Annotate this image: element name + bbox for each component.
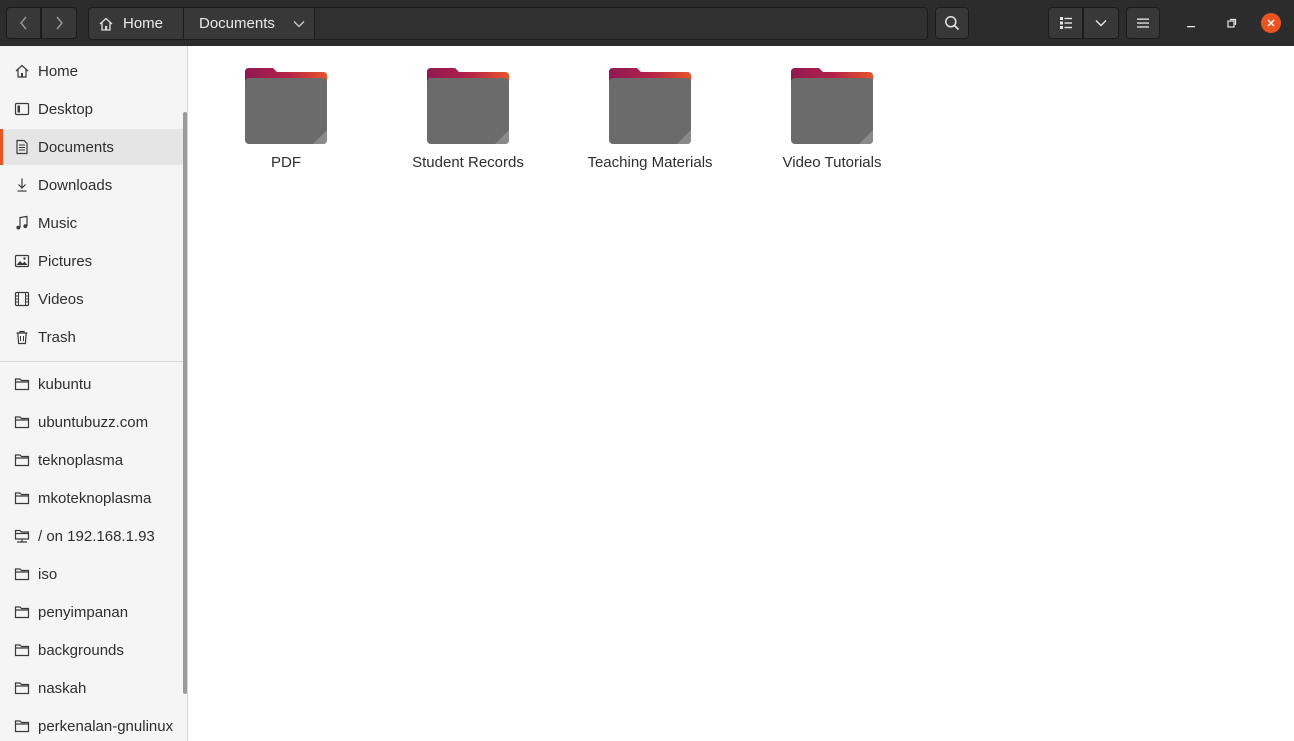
folder-icon (791, 68, 873, 144)
file-view[interactable]: PDF Student Records Teaching Materials V… (189, 46, 1294, 741)
folder-label: Teaching Materials (587, 154, 713, 171)
home-icon (99, 17, 113, 31)
sidebar-item-teknoplasma[interactable]: teknoplasma (0, 442, 186, 478)
sidebar-item-naskah[interactable]: naskah (0, 670, 186, 706)
search-icon (945, 16, 960, 31)
sidebar-item-label: penyimpanan (38, 603, 129, 621)
folder-icon (12, 450, 32, 470)
path-documents-button[interactable]: Documents (184, 8, 315, 39)
path-bar: Home Documents (88, 7, 928, 40)
folder-item[interactable]: Teaching Materials (575, 66, 725, 181)
sidebar-item-penyimpanan[interactable]: penyimpanan (0, 594, 186, 630)
sidebar-item-label: perkenalan-gnulinux (38, 717, 174, 735)
header-bar: Home Documents (0, 0, 1294, 46)
video-icon (12, 289, 32, 309)
sidebar-item-label: Home (38, 62, 79, 80)
path-home-label: Home (123, 15, 164, 32)
view-options-button[interactable] (1083, 7, 1119, 39)
forward-button[interactable] (41, 7, 77, 39)
sidebar-item-label: Music (38, 214, 78, 232)
sidebar-item-label: kubuntu (38, 375, 92, 393)
network-folder-icon (12, 526, 32, 546)
chevron-down-icon (293, 20, 305, 27)
sidebar-item-trash[interactable]: Trash (0, 319, 186, 355)
sidebar-item-backgrounds[interactable]: backgrounds (0, 632, 186, 668)
close-icon (1267, 19, 1275, 27)
path-documents-label: Documents (199, 15, 275, 32)
sidebar-item-mkoteknoplasma[interactable]: mkoteknoplasma (0, 480, 186, 516)
folder-icon (12, 602, 32, 622)
sidebar-separator (0, 361, 186, 362)
sidebar-item-label: Desktop (38, 100, 94, 118)
folder-icon (12, 488, 32, 508)
folder-icon (12, 678, 32, 698)
sidebar-item-label: ubuntubuzz.com (38, 413, 149, 431)
folder-icon (12, 412, 32, 432)
sidebar-item-label: teknoplasma (38, 451, 124, 469)
list-view-icon (1059, 17, 1072, 29)
folder-icon (609, 68, 691, 144)
restore-icon (1227, 18, 1237, 28)
close-button[interactable] (1261, 13, 1281, 33)
sidebar-item-perkenalan-gnulinux[interactable]: perkenalan-gnulinux (0, 708, 186, 741)
folder-label: PDF (271, 154, 301, 171)
list-view-button[interactable] (1048, 7, 1083, 39)
sidebar-item-label: backgrounds (38, 641, 124, 659)
sidebar: Home Desktop Documents Downloads Music P… (0, 46, 188, 741)
sidebar-item-videos[interactable]: Videos (0, 281, 186, 317)
sidebar-item-label: naskah (38, 679, 87, 697)
path-bar-empty[interactable] (315, 8, 927, 39)
desktop-icon (12, 99, 32, 119)
sidebar-item-music[interactable]: Music (0, 205, 186, 241)
folder-icon (12, 716, 32, 736)
minimize-button[interactable] (1181, 13, 1201, 33)
sidebar-item-iso[interactable]: iso (0, 556, 186, 592)
path-home-button[interactable]: Home (89, 8, 184, 39)
sidebar-item-documents[interactable]: Documents (0, 129, 186, 165)
folder-item[interactable]: Student Records (393, 66, 543, 181)
chevron-down-icon (1095, 20, 1107, 27)
sidebar-item-desktop[interactable]: Desktop (0, 91, 186, 127)
music-icon (12, 213, 32, 233)
sidebar-item-label: Downloads (38, 176, 113, 194)
trash-icon (12, 327, 32, 347)
folder-icon (245, 68, 327, 144)
sidebar-item-label: Documents (38, 138, 114, 156)
sidebar-item-network-share[interactable]: / on 192.168.1.93 (0, 518, 186, 554)
sidebar-item-label: iso (38, 565, 58, 583)
sidebar-item-downloads[interactable]: Downloads (0, 167, 186, 203)
hamburger-menu-icon (1137, 18, 1149, 28)
sidebar-scrollbar[interactable] (183, 112, 187, 694)
sidebar-item-kubuntu[interactable]: kubuntu (0, 366, 186, 402)
back-button[interactable] (6, 7, 41, 39)
folder-icon (12, 640, 32, 660)
search-button[interactable] (935, 7, 969, 39)
download-icon (12, 175, 32, 195)
picture-icon (12, 251, 32, 271)
main-menu-button[interactable] (1126, 7, 1160, 39)
sidebar-item-label: Videos (38, 290, 84, 308)
sidebar-item-label: Trash (38, 328, 76, 346)
sidebar-item-ubuntubuzz[interactable]: ubuntubuzz.com (0, 404, 186, 440)
folder-item[interactable]: Video Tutorials (757, 66, 907, 181)
chevron-left-icon (19, 16, 27, 30)
folder-icon (12, 564, 32, 584)
folder-item[interactable]: PDF (211, 66, 361, 181)
sidebar-item-label: Pictures (38, 252, 93, 270)
document-icon (12, 137, 32, 157)
sidebar-item-pictures[interactable]: Pictures (0, 243, 186, 279)
chevron-right-icon (56, 16, 63, 30)
folder-label: Student Records (412, 154, 524, 171)
folder-icon (427, 68, 509, 144)
sidebar-item-home[interactable]: Home (0, 53, 186, 89)
minimize-icon (1187, 26, 1195, 28)
folder-label: Video Tutorials (782, 154, 882, 171)
sidebar-item-label: mkoteknoplasma (38, 489, 152, 507)
folder-icon (12, 374, 32, 394)
sidebar-item-label: / on 192.168.1.93 (38, 527, 155, 545)
maximize-button[interactable] (1221, 13, 1241, 33)
home-icon (12, 61, 32, 81)
